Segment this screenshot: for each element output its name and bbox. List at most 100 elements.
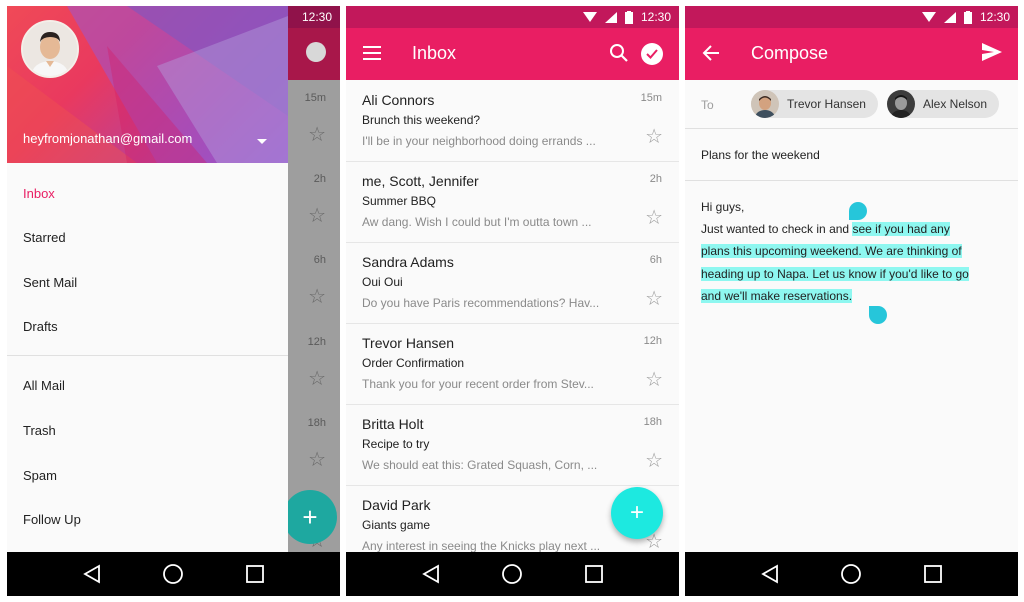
system-nav-bar xyxy=(7,552,340,596)
system-nav-bar xyxy=(685,552,1018,596)
account-dropdown-icon[interactable] xyxy=(257,139,267,144)
status-bar: 12:30 xyxy=(685,6,1018,28)
body-line: plans this upcoming weekend. We are thin… xyxy=(701,244,962,258)
check-icon[interactable] xyxy=(641,43,663,65)
background-fab: + xyxy=(283,490,337,544)
background-star-icon: ☆ xyxy=(308,205,326,227)
email-subject: Recipe to try xyxy=(362,437,430,451)
recipient-chip[interactable]: Trevor Hansen xyxy=(751,90,878,118)
star-icon[interactable]: ☆ xyxy=(645,205,663,230)
arrow-back-icon[interactable] xyxy=(702,44,720,67)
email-snippet: Do you have Paris recommendations? Hav..… xyxy=(362,296,600,310)
background-time: 12h xyxy=(307,336,326,348)
email-row[interactable]: Ali Connors Brunch this weekend? I'll be… xyxy=(346,80,679,162)
compose-fab-button[interactable]: + xyxy=(611,487,663,539)
email-sender: Sandra Adams xyxy=(362,254,454,270)
status-time: 12:30 xyxy=(301,10,332,24)
selection-end-handle[interactable] xyxy=(869,306,887,324)
compose-screen: 12:30 Compose To Trevor Hansen Alex Nels… xyxy=(685,6,1018,596)
background-time: 2h xyxy=(313,173,326,185)
wifi-icon xyxy=(582,11,597,23)
compose-form: To Trevor Hansen Alex Nelson Plans for t… xyxy=(685,80,1018,552)
drawer-item-follow-up[interactable]: Follow Up xyxy=(23,512,81,527)
email-time: 18h xyxy=(643,416,662,428)
email-snippet: We should eat this: Grated Squash, Corn,… xyxy=(362,458,598,472)
email-row[interactable]: Britta Holt Recipe to try We should eat … xyxy=(346,404,679,486)
home-nav-icon[interactable] xyxy=(840,563,862,585)
drawer-item-sent-mail[interactable]: Sent Mail xyxy=(23,275,77,290)
status-time: 12:30 xyxy=(640,10,671,24)
navigation-drawer: heyfromjonathan@gmail.com Inbox Starred … xyxy=(7,6,288,552)
email-time: 6h xyxy=(649,254,662,266)
recents-nav-icon[interactable] xyxy=(923,564,943,584)
divider xyxy=(685,180,1018,181)
email-time: 15m xyxy=(640,92,662,104)
email-time: 2h xyxy=(649,173,662,185)
recipient-avatar xyxy=(887,90,915,118)
wifi-icon xyxy=(921,11,936,23)
background-star-icon: ☆ xyxy=(308,449,326,471)
email-row[interactable]: Trevor Hansen Order Confirmation Thank y… xyxy=(346,323,679,405)
drawer-item-trash[interactable]: Trash xyxy=(23,423,56,438)
drawer-item-all-mail[interactable]: All Mail xyxy=(23,378,65,393)
body-line: Hi guys, xyxy=(701,200,745,214)
drawer-item-drafts[interactable]: Drafts xyxy=(23,319,58,334)
email-subject: Giants game xyxy=(362,518,431,532)
email-row[interactable]: me, Scott, Jennifer Summer BBQ Aw dang. … xyxy=(346,161,679,243)
email-snippet: I'll be in your neighborhood doing erran… xyxy=(362,134,596,148)
account-avatar[interactable] xyxy=(21,20,79,78)
email-time: 12h xyxy=(643,335,662,347)
star-icon[interactable]: ☆ xyxy=(645,286,663,311)
recents-nav-icon[interactable] xyxy=(584,564,604,584)
selected-text: and we'll make reservations. xyxy=(701,289,853,303)
drawer-item-spam[interactable]: Spam xyxy=(23,468,57,483)
menu-icon[interactable] xyxy=(363,46,381,65)
star-icon[interactable]: ☆ xyxy=(645,124,663,149)
recipient-chip[interactable]: Alex Nelson xyxy=(887,90,1000,118)
back-nav-icon[interactable] xyxy=(82,564,102,584)
background-star-icon: ☆ xyxy=(308,368,326,390)
selected-text: heading up to Napa. Let us know if you'd… xyxy=(701,267,969,281)
page-title: Compose xyxy=(751,43,829,63)
email-subject: Oui Oui xyxy=(362,275,403,289)
drawer-header: heyfromjonathan@gmail.com xyxy=(7,6,288,163)
signal-icon xyxy=(604,11,617,23)
inbox-screen: 12:30 Inbox Ali Connors Brunch this week… xyxy=(346,6,679,596)
home-nav-icon[interactable] xyxy=(162,563,184,585)
body-line: heading up to Napa. Let us know if you'd… xyxy=(701,267,969,281)
status-time: 12:30 xyxy=(979,10,1010,24)
drawer-item-starred[interactable]: Starred xyxy=(23,230,66,245)
email-subject: Summer BBQ xyxy=(362,194,437,208)
email-sender: David Park xyxy=(362,497,431,513)
body-text: Just wanted to check in and xyxy=(701,222,853,236)
selection-start-handle[interactable] xyxy=(849,202,867,220)
email-row[interactable]: Sandra Adams Oui Oui Do you have Paris r… xyxy=(346,242,679,324)
email-snippet: Any interest in seeing the Knicks play n… xyxy=(362,539,601,552)
selected-text: see if you had any xyxy=(852,222,950,236)
body-line: Just wanted to check in and see if you h… xyxy=(701,222,950,236)
star-icon[interactable]: ☆ xyxy=(645,448,663,473)
drawer-item-inbox[interactable]: Inbox xyxy=(23,186,55,201)
body-line: and we'll make reservations. xyxy=(701,289,853,303)
drawer-divider xyxy=(7,355,288,356)
star-icon[interactable]: ☆ xyxy=(645,367,663,392)
app-bar: Compose xyxy=(685,28,1018,80)
email-snippet: Thank you for your recent order from Ste… xyxy=(362,377,594,391)
back-nav-icon[interactable] xyxy=(760,564,780,584)
back-nav-icon[interactable] xyxy=(421,564,441,584)
email-snippet: Aw dang. Wish I could but I'm outta town… xyxy=(362,215,592,229)
background-star-icon: ☆ xyxy=(308,124,326,146)
recipient-name: Trevor Hansen xyxy=(787,97,866,111)
background-check-icon xyxy=(306,42,326,62)
subject-field[interactable]: Plans for the weekend xyxy=(701,148,820,162)
to-label: To xyxy=(701,98,714,112)
search-icon[interactable] xyxy=(609,43,629,68)
signal-icon xyxy=(943,11,956,23)
email-sender: Ali Connors xyxy=(362,92,435,108)
recents-nav-icon[interactable] xyxy=(245,564,265,584)
home-nav-icon[interactable] xyxy=(501,563,523,585)
background-star-icon: ☆ xyxy=(308,286,326,308)
email-sender: Trevor Hansen xyxy=(362,335,455,351)
page-title: Inbox xyxy=(412,43,457,63)
send-icon[interactable] xyxy=(982,43,1002,66)
